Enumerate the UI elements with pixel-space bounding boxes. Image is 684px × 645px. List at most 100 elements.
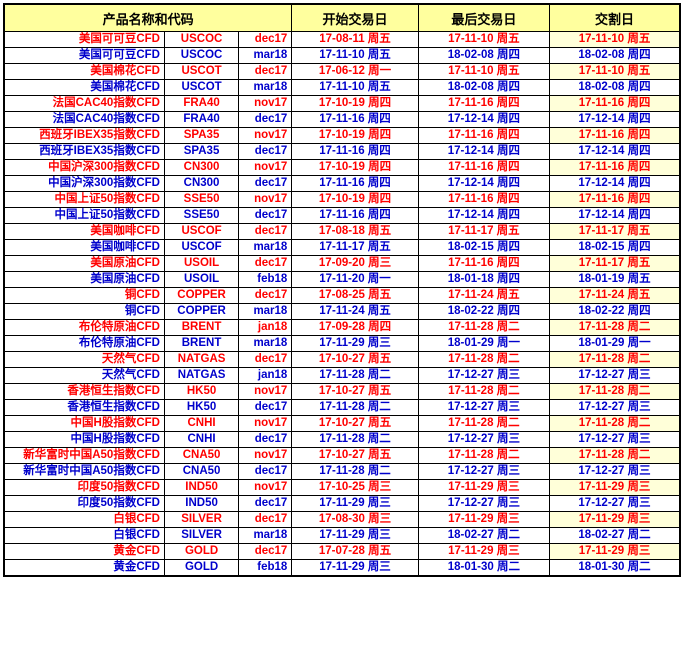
cell-last-trading-day: 17-12-14 周四 (417, 207, 551, 224)
cell-contract-month: dec17 (238, 431, 293, 448)
cell-last-trading-day: 17-11-28 周二 (417, 415, 551, 432)
cell-symbol: CNHI (163, 415, 240, 432)
cell-start-trading-day: 17-08-11 周五 (291, 31, 419, 48)
cell-last-trading-day: 17-12-14 周四 (417, 175, 551, 192)
cell-settlement-day: 17-12-27 周三 (549, 463, 681, 480)
cell-contract-month: dec17 (238, 543, 293, 560)
cell-last-trading-day: 17-11-24 周五 (417, 287, 551, 304)
table-row: 法国CAC40指数CFD FRA40 nov17 17-10-19 周四 17-11-1… (3, 95, 681, 112)
cell-product-name: 中国上证50指数CFD (3, 207, 165, 224)
cell-contract-month: dec17 (238, 143, 293, 160)
table-row: 西班牙IBEX35指数CFD SPA35 nov17 17-10-19 周四 17-11… (3, 127, 681, 144)
cell-product-name: 西班牙IBEX35指数CFD (3, 127, 165, 144)
table-row: 布伦特原油CFD BRENT jan18 17-09-28 周四 17-11-28 周二… (3, 319, 681, 336)
cell-settlement-day: 18-02-22 周四 (549, 303, 681, 320)
table-row: 美国可可豆CFD USCOC mar18 17-11-10 周五 18-02-08 周四… (3, 47, 681, 64)
cell-settlement-day: 18-01-19 周五 (549, 271, 681, 288)
cell-contract-month: dec17 (238, 63, 293, 80)
cell-settlement-day: 17-11-28 周二 (549, 415, 681, 432)
cell-contract-month: dec17 (238, 463, 293, 480)
cell-symbol: USCOT (163, 63, 240, 80)
cell-contract-month: dec17 (238, 511, 293, 528)
cell-symbol: BRENT (163, 319, 240, 336)
table-row: 布伦特原油CFD BRENT mar18 17-11-29 周三 18-01-29 周一… (3, 335, 681, 352)
table-row: 中国沪深300指数CFD CN300 dec17 17-11-16 周四 17-12-1… (3, 175, 681, 192)
cell-last-trading-day: 17-11-16 周四 (417, 159, 551, 176)
cell-contract-month: mar18 (238, 239, 293, 256)
cell-product-name: 印度50指数CFD (3, 479, 165, 496)
cell-last-trading-day: 17-11-17 周五 (417, 223, 551, 240)
cell-symbol: SILVER (163, 527, 240, 544)
cell-contract-month: mar18 (238, 527, 293, 544)
cell-settlement-day: 17-11-29 周三 (549, 543, 681, 560)
cell-settlement-day: 17-11-29 周三 (549, 479, 681, 496)
column-header-start-trading-day: 开始交易日 (291, 3, 419, 32)
cell-start-trading-day: 17-09-28 周四 (291, 319, 419, 336)
cell-product-name: 布伦特原油CFD (3, 335, 165, 352)
cell-start-trading-day: 17-11-28 周二 (291, 399, 419, 416)
cell-symbol: USCOF (163, 239, 240, 256)
table-row: 法国CAC40指数CFD FRA40 dec17 17-11-16 周四 17-12-1… (3, 111, 681, 128)
cell-start-trading-day: 17-11-10 周五 (291, 79, 419, 96)
column-header-settlement-day: 交割日 (549, 3, 681, 32)
cell-product-name: 黄金CFD (3, 543, 165, 560)
cell-start-trading-day: 17-11-10 周五 (291, 47, 419, 64)
cell-settlement-day: 17-11-16 周四 (549, 159, 681, 176)
cell-contract-month: nov17 (238, 127, 293, 144)
cell-settlement-day: 17-11-10 周五 (549, 31, 681, 48)
cell-start-trading-day: 17-06-12 周一 (291, 63, 419, 80)
cell-product-name: 法国CAC40指数CFD (3, 95, 165, 112)
table-row: 美国棉花CFD USCOT mar18 17-11-10 周五 18-02-08 周四 1… (3, 79, 681, 96)
cell-last-trading-day: 18-01-29 周一 (417, 335, 551, 352)
cell-contract-month: dec17 (238, 351, 293, 368)
cell-start-trading-day: 17-11-16 周四 (291, 111, 419, 128)
cell-symbol: FRA40 (163, 111, 240, 128)
table-row: 中国H股指数CFD CNHI dec17 17-11-28 周二 17-12-27 周三… (3, 431, 681, 448)
cell-settlement-day: 17-12-14 周四 (549, 143, 681, 160)
table-row: 新华富时中国A50指数CFD CNA50 nov17 17-10-27 周五 17-11… (3, 447, 681, 464)
cell-start-trading-day: 17-11-29 周三 (291, 495, 419, 512)
cell-product-name: 天然气CFD (3, 367, 165, 384)
cell-contract-month: mar18 (238, 303, 293, 320)
cell-contract-month: mar18 (238, 335, 293, 352)
cell-symbol: CN300 (163, 175, 240, 192)
cell-settlement-day: 17-12-27 周三 (549, 367, 681, 384)
cell-last-trading-day: 17-11-29 周三 (417, 543, 551, 560)
cell-start-trading-day: 17-10-19 周四 (291, 159, 419, 176)
cell-start-trading-day: 17-11-29 周三 (291, 559, 419, 577)
cell-last-trading-day: 18-02-22 周四 (417, 303, 551, 320)
cell-start-trading-day: 17-11-29 周三 (291, 527, 419, 544)
cell-last-trading-day: 17-11-29 周三 (417, 479, 551, 496)
cell-start-trading-day: 17-10-27 周五 (291, 415, 419, 432)
cell-settlement-day: 18-02-08 周四 (549, 79, 681, 96)
cell-product-name: 香港恒生指数CFD (3, 383, 165, 400)
cell-product-name: 白银CFD (3, 527, 165, 544)
cell-contract-month: jan18 (238, 319, 293, 336)
cell-start-trading-day: 17-08-30 周三 (291, 511, 419, 528)
cell-symbol: CN300 (163, 159, 240, 176)
cell-contract-month: dec17 (238, 287, 293, 304)
cell-settlement-day: 17-12-27 周三 (549, 399, 681, 416)
cell-product-name: 中国上证50指数CFD (3, 191, 165, 208)
cell-start-trading-day: 17-10-19 周四 (291, 191, 419, 208)
cell-last-trading-day: 17-11-28 周二 (417, 351, 551, 368)
cell-start-trading-day: 17-11-28 周二 (291, 463, 419, 480)
cell-product-name: 新华富时中国A50指数CFD (3, 463, 165, 480)
cell-start-trading-day: 17-09-20 周三 (291, 255, 419, 272)
cell-contract-month: mar18 (238, 47, 293, 64)
cell-product-name: 布伦特原油CFD (3, 319, 165, 336)
table-row: 铜CFD COPPER dec17 17-08-25 周五 17-11-24 周五 17-… (3, 287, 681, 304)
cell-product-name: 中国H股指数CFD (3, 415, 165, 432)
cell-last-trading-day: 18-02-08 周四 (417, 47, 551, 64)
cell-product-name: 铜CFD (3, 287, 165, 304)
cell-product-name: 白银CFD (3, 511, 165, 528)
cell-product-name: 中国沪深300指数CFD (3, 159, 165, 176)
cell-contract-month: nov17 (238, 415, 293, 432)
cell-settlement-day: 18-02-15 周四 (549, 239, 681, 256)
cell-last-trading-day: 17-11-16 周四 (417, 191, 551, 208)
cell-symbol: SILVER (163, 511, 240, 528)
table-row: 白银CFD SILVER mar18 17-11-29 周三 18-02-27 周二 18… (3, 527, 681, 544)
cell-start-trading-day: 17-10-19 周四 (291, 127, 419, 144)
cell-product-name: 美国原油CFD (3, 271, 165, 288)
table-row: 黄金CFD GOLD dec17 17-07-28 周五 17-11-29 周三 17-1… (3, 543, 681, 560)
